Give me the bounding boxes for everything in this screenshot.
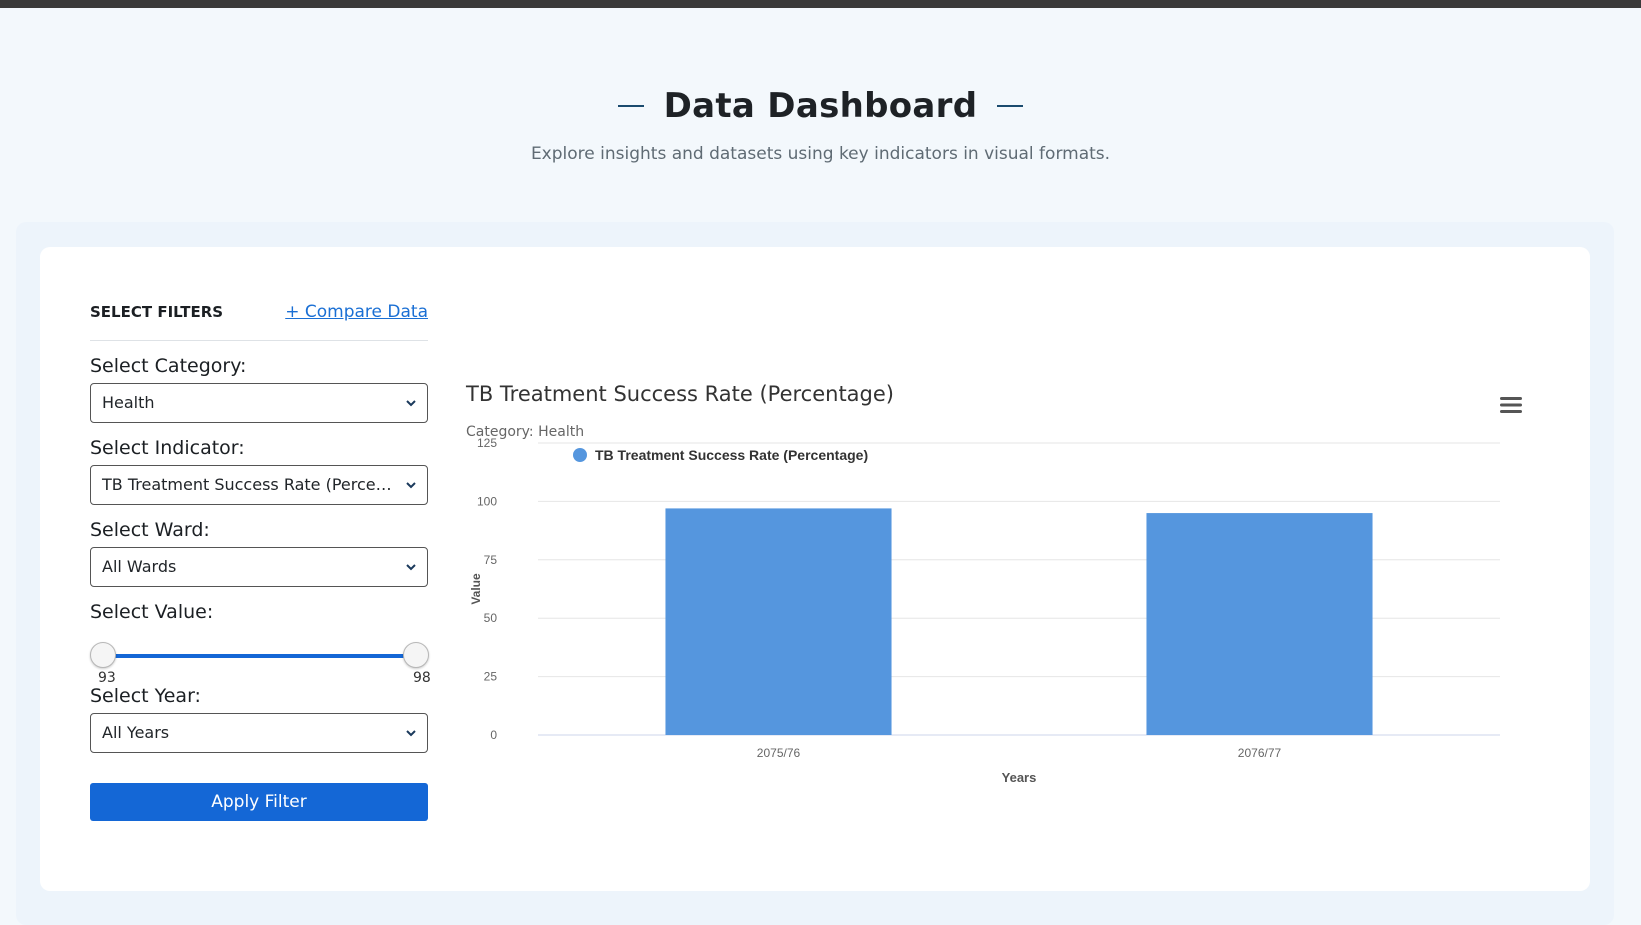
year-label: Select Year:: [90, 685, 201, 707]
y-tick-label: 25: [484, 670, 498, 684]
ward-select[interactable]: All Wards: [90, 547, 428, 587]
x-axis-label: Years: [1002, 770, 1037, 785]
title-row: Data Dashboard: [0, 86, 1641, 126]
indicator-select-value: TB Treatment Success Rate (Percentage): [102, 475, 428, 494]
slider-min-value: 93: [98, 670, 116, 686]
y-tick-label: 50: [484, 611, 498, 625]
chevron-down-icon: [406, 400, 416, 407]
filters-title: SELECT FILTERS: [90, 303, 224, 321]
value-range-slider[interactable]: 93 98: [90, 630, 431, 686]
ward-select-value: All Wards: [102, 557, 177, 576]
y-tick-label: 75: [484, 553, 498, 567]
year-select[interactable]: All Years: [90, 713, 428, 753]
indicator-select[interactable]: TB Treatment Success Rate (Percentage): [90, 465, 428, 505]
legend-label: TB Treatment Success Rate (Percentage): [595, 447, 868, 463]
chevron-down-icon: [406, 482, 416, 489]
bar: [665, 508, 892, 735]
browser-top-bar: [0, 0, 1641, 8]
slider-min-handle[interactable]: [90, 642, 116, 668]
x-tick-label: 2076/77: [1238, 746, 1282, 760]
year-select-value: All Years: [102, 723, 170, 742]
slider-track[interactable]: [101, 654, 418, 658]
page-subtitle: Explore insights and datasets using key …: [530, 144, 1111, 164]
category-select-value: Health: [102, 393, 155, 412]
category-select[interactable]: Health: [90, 383, 428, 423]
apply-filter-button[interactable]: Apply Filter: [90, 783, 428, 821]
chart-title: TB Treatment Success Rate (Percentage): [466, 382, 894, 406]
y-axis-label: Value: [469, 573, 483, 605]
chevron-down-icon: [406, 564, 416, 571]
category-label: Select Category:: [90, 355, 247, 377]
page-header: Data Dashboard Explore insights and data…: [0, 86, 1641, 164]
bar-chart: 02550751001252075/76 2076/77YearsValueTB …: [469, 436, 1500, 785]
filters-divider: [90, 340, 428, 341]
slider-max-handle[interactable]: [403, 642, 429, 668]
x-tick-label: 2075/76: [757, 746, 801, 760]
filters-header: SELECT FILTERS + Compare Data: [90, 300, 428, 324]
chart-subtitle: Category: Health: [466, 424, 585, 440]
bar: [1146, 513, 1373, 735]
ward-label: Select Ward:: [90, 519, 210, 541]
chevron-down-icon: [406, 730, 416, 737]
chart-container: 0 25 50 75 100 125 2075/76 2076/77 Years Value TB …: [460, 382, 1540, 832]
hamburger-menu-icon[interactable]: [1500, 396, 1522, 414]
indicator-label: Select Indicator:: [90, 437, 245, 459]
slider-max-value: 98: [413, 670, 431, 686]
title-dash-right: [997, 105, 1024, 107]
compare-data-link[interactable]: + Compare Data: [285, 302, 428, 322]
page-title: Data Dashboard: [663, 86, 978, 126]
value-label: Select Value:: [90, 601, 214, 623]
legend-marker: [573, 448, 587, 462]
y-tick-label: 0: [490, 728, 497, 742]
filters-panel: SELECT FILTERS + Compare Data Select Cat…: [90, 300, 431, 821]
title-dash-left: [617, 105, 644, 107]
y-tick-label: 100: [477, 494, 497, 508]
